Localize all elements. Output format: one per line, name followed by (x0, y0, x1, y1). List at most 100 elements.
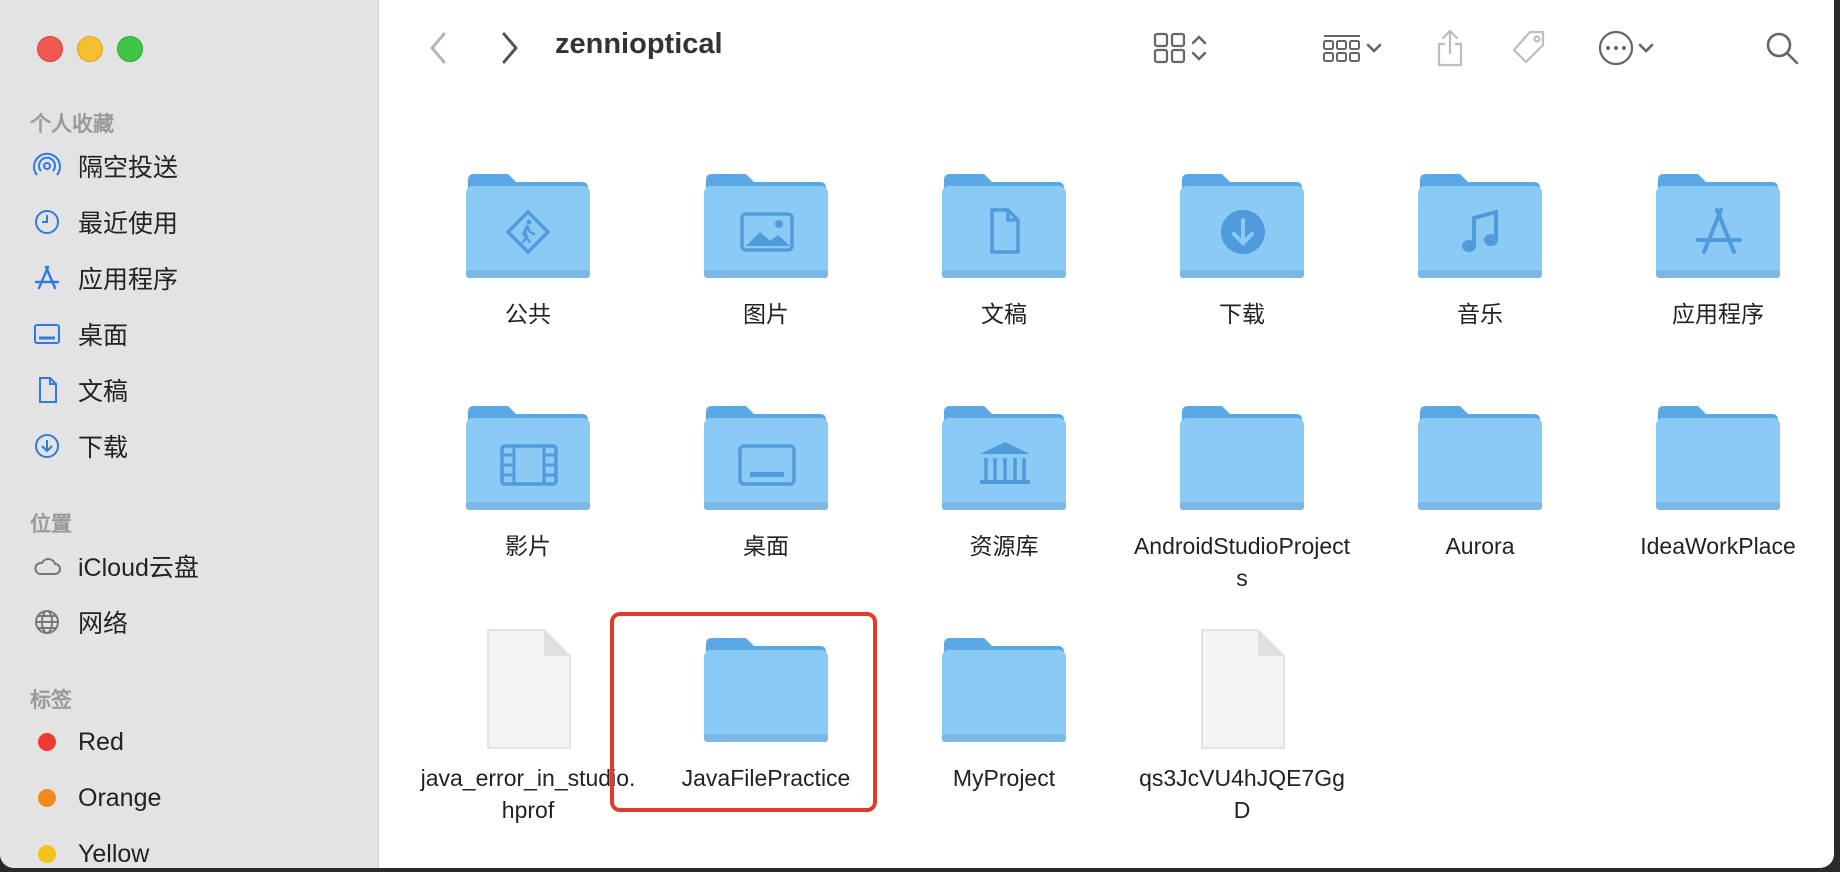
search-button[interactable] (1762, 26, 1802, 70)
sidebar-item-icloud[interactable]: iCloud云盘 (30, 544, 360, 588)
folder-icon (458, 390, 598, 520)
chevron-updown-icon (1191, 35, 1207, 61)
sidebar-item-desktop[interactable]: 桌面 (30, 312, 360, 356)
grid-view-icon (1153, 32, 1186, 64)
cloud-icon (30, 549, 64, 583)
sidebar-item-network[interactable]: 网络 (30, 600, 360, 644)
tag-icon (1512, 30, 1545, 64)
sidebar: 个人收藏 隔空投送 最近使用 应用程序 桌面 文稿 下载 位置 iCloud云盘… (0, 0, 379, 868)
folder-icon (1410, 390, 1550, 520)
group-button[interactable] (1316, 26, 1390, 70)
sidebar-item-applications[interactable]: 应用程序 (30, 256, 360, 300)
sidebar-item-label: 隔空投送 (78, 154, 179, 182)
folder-item[interactable]: IdeaWorkPlace (1603, 390, 1833, 562)
sidebar-tag-red[interactable]: Red (30, 720, 360, 764)
document-icon (30, 373, 64, 407)
sidebar-item-label: 最近使用 (78, 210, 179, 238)
sidebar-tag-yellow[interactable]: Yellow (30, 832, 360, 868)
sidebar-item-label: 文稿 (78, 378, 129, 406)
folder-icon (934, 158, 1074, 288)
item-label: Aurora (1445, 533, 1515, 559)
folder-item[interactable]: 文稿 (889, 158, 1119, 330)
sidebar-item-label: 网络 (78, 610, 129, 638)
chevron-down-icon (1638, 43, 1654, 53)
file-grid: 公共 图片 文稿 下载 音乐 应用程序影片 桌面 资源库 AndroidStudioProjec… (378, 96, 1834, 868)
item-label: 文稿 (981, 301, 1027, 327)
folder-item[interactable]: 影片 (413, 390, 643, 562)
folder-item[interactable]: MyProject (889, 622, 1119, 794)
folder-icon (934, 390, 1074, 520)
sidebar-item-label: 下载 (78, 434, 129, 462)
sidebar-item-label: Yellow (78, 839, 150, 868)
window-title: zennioptical (555, 28, 723, 60)
zoom-button[interactable] (117, 36, 143, 62)
item-label: qs3JcVU4hJQE7GgD (1139, 765, 1345, 823)
tag-button[interactable] (1505, 26, 1551, 70)
sidebar-item-label: Orange (78, 783, 162, 812)
folder-icon (1648, 158, 1788, 288)
item-label: MyProject (952, 765, 1056, 791)
item-label: 图片 (743, 301, 789, 327)
folder-icon (1410, 158, 1550, 288)
folder-item[interactable]: AndroidStudioProjects (1127, 390, 1357, 594)
item-label: 公共 (505, 301, 551, 327)
sidebar-item-label: 桌面 (78, 322, 129, 350)
download-icon (30, 429, 64, 463)
tag-color-dot (38, 845, 56, 863)
sidebar-item-airdrop[interactable]: 隔空投送 (30, 144, 360, 188)
item-label: 下载 (1219, 301, 1265, 327)
tags-header: 标签 (30, 689, 72, 712)
chevron-down-icon (1366, 43, 1382, 53)
sidebar-item-downloads[interactable]: 下载 (30, 424, 360, 468)
folder-item[interactable]: 资源库 (889, 390, 1119, 562)
item-label: 应用程序 (1672, 301, 1764, 327)
item-label: 桌面 (743, 533, 789, 559)
tag-color-dot (38, 789, 56, 807)
forward-button[interactable] (490, 26, 530, 70)
folder-item[interactable]: Aurora (1365, 390, 1595, 562)
folder-item[interactable]: 桌面 (651, 390, 881, 562)
sidebar-item-label: Red (78, 727, 124, 756)
sidebar-item-label: 应用程序 (78, 266, 179, 294)
file-icon (1172, 622, 1312, 752)
folder-icon (696, 390, 836, 520)
share-button[interactable] (1430, 26, 1470, 70)
search-icon (1766, 32, 1799, 65)
folder-item[interactable]: 公共 (413, 158, 643, 330)
chevron-right-icon (502, 32, 518, 64)
view-mode-button[interactable] (1140, 26, 1222, 70)
folder-item[interactable]: 图片 (651, 158, 881, 330)
sidebar-item-recents[interactable]: 最近使用 (30, 200, 360, 244)
more-actions-button[interactable] (1592, 26, 1662, 70)
folder-icon (1172, 390, 1312, 520)
item-label: java_error_in_studio.hprof (420, 765, 636, 823)
clock-icon (30, 205, 64, 239)
sidebar-item-label: iCloud云盘 (78, 554, 199, 582)
favorites-header: 个人收藏 (30, 113, 114, 136)
sidebar-tag-orange[interactable]: Orange (30, 776, 360, 820)
desktop-icon (30, 317, 64, 351)
file-item[interactable]: java_error_in_studio.hprof (413, 622, 643, 826)
tag-color-dot (38, 733, 56, 751)
file-item[interactable]: qs3JcVU4hJQE7GgD (1127, 622, 1357, 826)
globe-icon (30, 605, 64, 639)
folder-icon (458, 158, 598, 288)
folder-item[interactable]: 音乐 (1365, 158, 1595, 330)
file-icon (458, 622, 598, 752)
item-label: 影片 (505, 533, 551, 559)
folder-item[interactable]: 应用程序 (1603, 158, 1833, 330)
locations-header: 位置 (30, 513, 72, 536)
back-button[interactable] (418, 26, 458, 70)
group-icon (1323, 35, 1360, 62)
minimize-button[interactable] (77, 36, 103, 62)
chevron-left-icon (430, 32, 446, 64)
close-button[interactable] (37, 36, 63, 62)
airdrop-icon (30, 149, 64, 183)
item-label: 音乐 (1457, 301, 1503, 327)
item-label: IdeaWorkPlace (1640, 533, 1796, 559)
ellipsis-icon (1598, 30, 1634, 66)
selection-highlight (610, 612, 877, 812)
sidebar-item-documents[interactable]: 文稿 (30, 368, 360, 412)
folder-item[interactable]: 下载 (1127, 158, 1357, 330)
folder-icon (934, 622, 1074, 752)
